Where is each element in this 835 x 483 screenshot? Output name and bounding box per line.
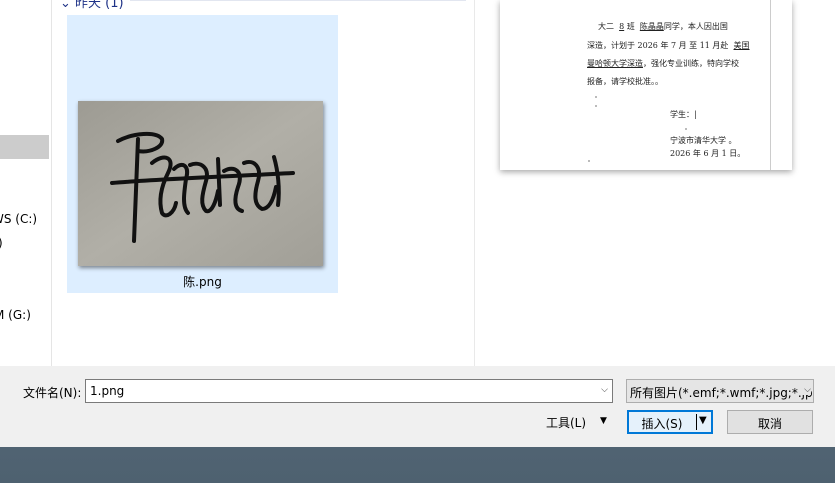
navigation-pane[interactable]: WS (C:) :) ) M (G:) [0, 0, 52, 366]
chevron-down-icon: ⌄ [60, 0, 71, 11]
preview-student-line: 学生：| [670, 110, 697, 119]
group-header-label: 昨天 (1) [75, 0, 124, 11]
file-list-pane[interactable]: ⌄ 昨天 (1) 陈.png [52, 0, 474, 366]
nav-item-drive-d[interactable]: :) [0, 236, 3, 250]
preview-line-3: 曼哈顿大学深造，强化专业训练，特向学校 [587, 59, 739, 68]
page-margin-line [770, 0, 771, 170]
preview-date-line: 2026 年 6 月 1 日。 [670, 149, 746, 158]
split-separator [696, 414, 697, 430]
tools-label: 工具(L) [546, 416, 587, 430]
paragraph-mark [588, 160, 590, 162]
signature-thumbnail [78, 101, 323, 266]
group-divider [130, 0, 466, 1]
preview-line-1: 大二 8 班 陈晶晶同学，本人因出国 [598, 22, 728, 31]
caret-down-icon[interactable]: ▼ [600, 416, 607, 426]
nav-item-drive-g[interactable]: M (G:) [0, 308, 31, 322]
cancel-button[interactable]: 取消 [727, 410, 813, 434]
nav-selected-item[interactable] [0, 135, 49, 159]
preview-line-2: 深造，计划于 2026 年 7 月 至 11 月赴 美国 [587, 41, 750, 50]
tools-menu-button[interactable]: 工具(L) [546, 414, 586, 431]
filetype-value: 所有图片(*.emf;*.wmf;*.jpg;*.jpeg;*.png) [630, 386, 813, 400]
group-header[interactable]: ⌄ 昨天 (1) [60, 0, 124, 11]
paragraph-mark [685, 128, 687, 130]
chevron-down-icon[interactable]: ⌵ [601, 385, 608, 395]
cancel-button-label: 取消 [757, 417, 782, 431]
file-item-label: 陈.png [183, 275, 222, 289]
filetype-select[interactable]: 所有图片(*.emf;*.wmf;*.jpg;*.jpeg;*.png) ⌵ [626, 379, 814, 403]
filename-field[interactable] [88, 382, 590, 400]
document-preview-page: 大二 8 班 陈晶晶同学，本人因出国 深造，计划于 2026 年 7 月 至 1… [500, 0, 792, 170]
preview-line-4: 报备，请学校批准。。 [587, 77, 663, 86]
paragraph-mark [595, 96, 597, 98]
paragraph-mark [595, 105, 597, 107]
insert-picture-dialog: WS (C:) :) ) M (G:) ⌄ 昨天 (1) [0, 0, 835, 447]
file-item-signature[interactable]: 陈.png [67, 15, 338, 293]
preview-school-line: 宁波市清华大学 。 [670, 136, 737, 145]
insert-button[interactable]: 插入(S) ▼ [627, 410, 713, 434]
insert-button-label: 插入(S) [641, 417, 683, 431]
filename-label: 文件名(N): [23, 386, 82, 400]
filename-combobox[interactable]: ⌵ [85, 379, 613, 403]
nav-item-drive-c[interactable]: WS (C:) [0, 212, 37, 226]
caret-down-icon[interactable]: ▼ [699, 415, 707, 426]
chevron-down-icon[interactable]: ⌵ [801, 385, 811, 395]
preview-pane: 大二 8 班 陈晶晶同学，本人因出国 深造，计划于 2026 年 7 月 至 1… [475, 0, 835, 366]
